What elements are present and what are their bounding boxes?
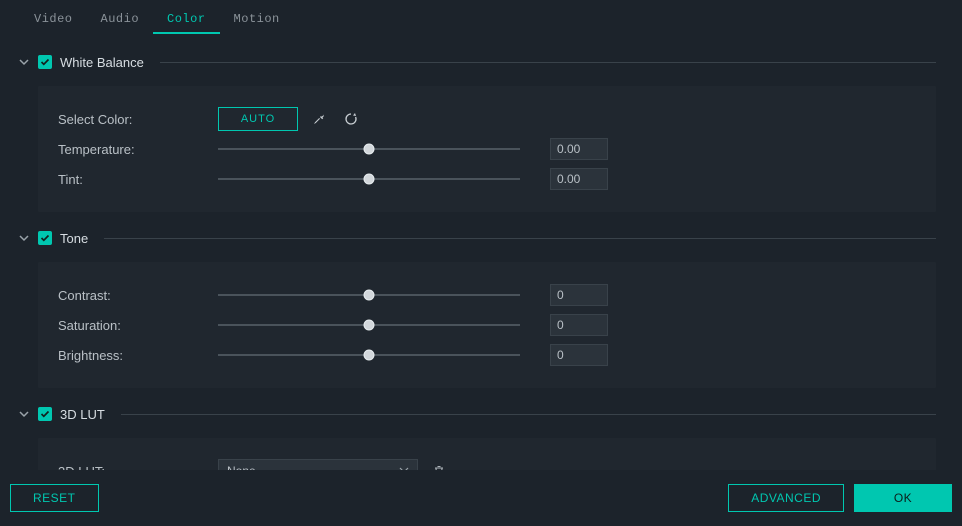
input-brightness[interactable]: 0 <box>550 344 608 366</box>
reset-button[interactable]: RESET <box>10 484 99 512</box>
tab-motion[interactable]: Motion <box>220 12 294 34</box>
label-contrast: Contrast: <box>58 288 218 303</box>
section-title-white-balance: White Balance <box>60 55 144 70</box>
trash-icon[interactable] <box>428 460 450 470</box>
section-body-3d-lut: 3D LUT: None <box>38 438 936 470</box>
section-body-tone: Contrast: 0 Saturation: 0 Brightness: <box>38 262 936 388</box>
tab-bar: Video Audio Color Motion <box>0 0 962 34</box>
input-tint[interactable]: 0.00 <box>550 168 608 190</box>
eyedropper-icon[interactable] <box>308 108 330 130</box>
divider <box>121 414 936 415</box>
input-saturation[interactable]: 0 <box>550 314 608 336</box>
slider-brightness[interactable] <box>218 354 520 356</box>
auto-button[interactable]: AUTO <box>218 107 298 131</box>
label-brightness: Brightness: <box>58 348 218 363</box>
section-title-tone: Tone <box>60 231 88 246</box>
tab-color[interactable]: Color <box>153 12 220 34</box>
divider <box>160 62 936 63</box>
checkbox-3d-lut[interactable] <box>38 407 52 421</box>
checkbox-white-balance[interactable] <box>38 55 52 69</box>
label-saturation: Saturation: <box>58 318 218 333</box>
slider-tint[interactable] <box>218 178 520 180</box>
advanced-button[interactable]: ADVANCED <box>728 484 844 512</box>
label-temperature: Temperature: <box>58 142 218 157</box>
section-header-3d-lut: 3D LUT <box>18 400 936 428</box>
color-panel-scroll[interactable]: White Balance Select Color: AUTO Tempera… <box>0 34 962 470</box>
section-header-tone: Tone <box>18 224 936 252</box>
section-header-white-balance: White Balance <box>18 48 936 76</box>
ok-button[interactable]: OK <box>854 484 952 512</box>
slider-temperature[interactable] <box>218 148 520 150</box>
label-tint: Tint: <box>58 172 218 187</box>
tab-video[interactable]: Video <box>20 12 87 34</box>
divider <box>104 238 936 239</box>
section-title-3d-lut: 3D LUT <box>60 407 105 422</box>
chevron-down-icon[interactable] <box>18 232 30 244</box>
footer-bar: RESET ADVANCED OK <box>0 470 962 526</box>
tab-audio[interactable]: Audio <box>87 12 154 34</box>
checkbox-tone[interactable] <box>38 231 52 245</box>
slider-contrast[interactable] <box>218 294 520 296</box>
chevron-down-icon[interactable] <box>18 408 30 420</box>
input-temperature[interactable]: 0.00 <box>550 138 608 160</box>
input-contrast[interactable]: 0 <box>550 284 608 306</box>
label-select-color: Select Color: <box>58 112 218 127</box>
section-body-white-balance: Select Color: AUTO Temperature: 0.00 <box>38 86 936 212</box>
chevron-down-icon[interactable] <box>18 56 30 68</box>
reset-circle-icon[interactable] <box>340 108 362 130</box>
select-3d-lut[interactable]: None <box>218 459 418 470</box>
slider-saturation[interactable] <box>218 324 520 326</box>
